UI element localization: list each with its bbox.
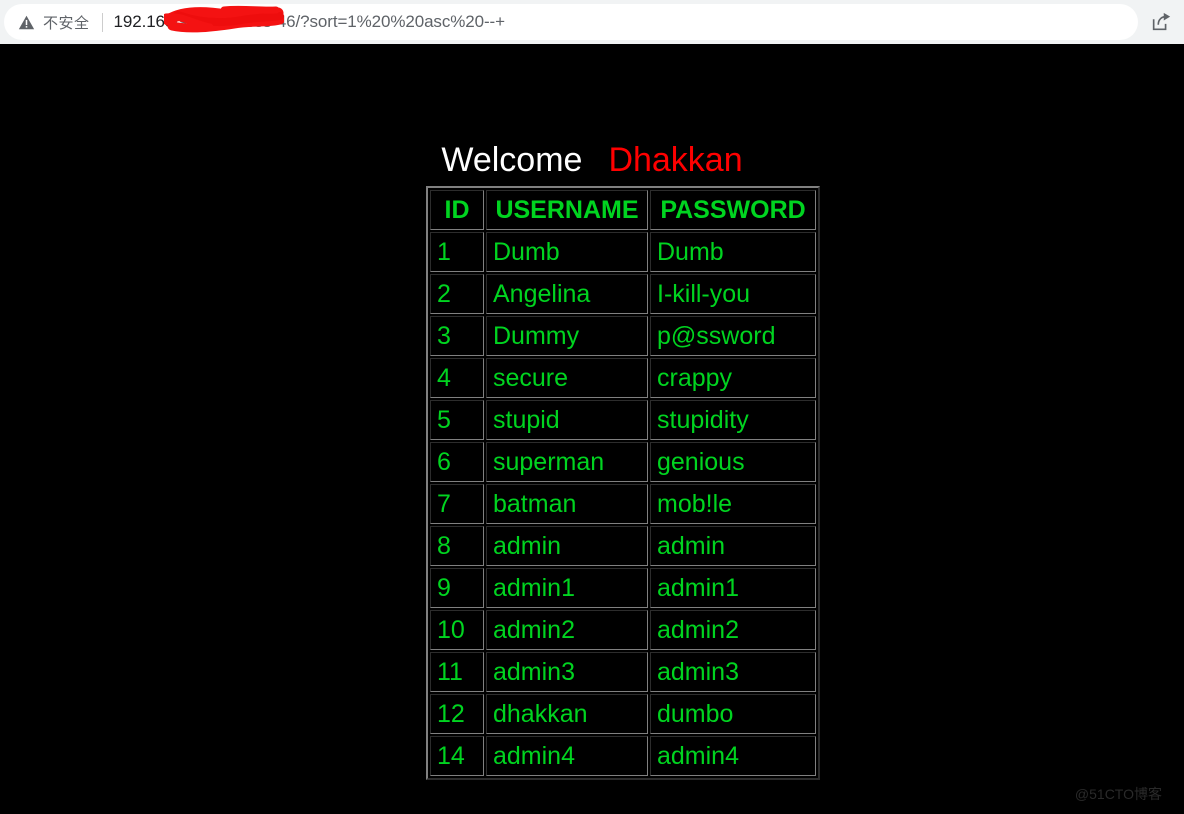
cell-username: Dumb [486, 232, 648, 272]
user-name-label: Dhakkan [608, 141, 743, 179]
cell-password: Dumb [650, 232, 816, 272]
cell-password: dumbo [650, 694, 816, 734]
table-row: 11 admin3 admin3 [430, 652, 816, 692]
cell-id: 12 [430, 694, 484, 734]
browser-toolbar: 不安全 192.168/sqllabs/Less-46/?sort=1%20%2… [0, 0, 1184, 44]
cell-password: p@ssword [650, 316, 816, 356]
page-title: Welcome Dhakkan [0, 140, 1184, 180]
share-button[interactable] [1144, 5, 1178, 39]
table-row: 4 secure crappy [430, 358, 816, 398]
cell-password: stupidity [650, 400, 816, 440]
table-header-row: ID USERNAME PASSWORD [430, 190, 816, 230]
cell-username: admin [486, 526, 648, 566]
cell-id: 4 [430, 358, 484, 398]
cell-id: 6 [430, 442, 484, 482]
cell-username: admin4 [486, 736, 648, 776]
url-text[interactable]: 192.168/sqllabs/Less-46/?sort=1%20%20asc… [113, 5, 505, 33]
table-row: 2 Angelina I-kill-you [430, 274, 816, 314]
cell-password: admin3 [650, 652, 816, 692]
cell-username: Dummy [486, 316, 648, 356]
cell-password: mob!le [650, 484, 816, 524]
cell-id: 8 [430, 526, 484, 566]
cell-username: stupid [486, 400, 648, 440]
page-body: Welcome Dhakkan ID USERNAME PASSWORD 1 Dum… [0, 44, 1184, 814]
table-row: 14 admin4 admin4 [430, 736, 816, 776]
cell-username: batman [486, 484, 648, 524]
table-row: 1 Dumb Dumb [430, 232, 816, 272]
share-icon [1152, 12, 1171, 31]
cell-password: genious [650, 442, 816, 482]
welcome-label: Welcome [441, 141, 583, 179]
address-bar[interactable]: 不安全 192.168/sqllabs/Less-46/?sort=1%20%2… [4, 4, 1138, 40]
cell-password: admin4 [650, 736, 816, 776]
cell-password: I-kill-you [650, 274, 816, 314]
cell-id: 14 [430, 736, 484, 776]
cell-id: 5 [430, 400, 484, 440]
cell-id: 7 [430, 484, 484, 524]
cell-password: admin2 [650, 610, 816, 650]
cell-username: secure [486, 358, 648, 398]
cell-id: 1 [430, 232, 484, 272]
url-host: 192.168 [113, 12, 175, 31]
cell-password: crappy [650, 358, 816, 398]
watermark: @51CTO博客 [1074, 786, 1162, 802]
results-table: ID USERNAME PASSWORD 1 Dumb Dumb 2 Angelina I… [426, 186, 820, 780]
cell-username: admin3 [486, 652, 648, 692]
url-path: /sqllabs/Less-46/?sort=1%20%20asc%20--+ [174, 12, 505, 31]
table-row: 8 admin admin [430, 526, 816, 566]
table-row: 3 Dummy p@ssword [430, 316, 816, 356]
cell-username: Angelina [486, 274, 648, 314]
cell-id: 2 [430, 274, 484, 314]
column-header-username: USERNAME [486, 190, 648, 230]
table-row: 7 batman mob!le [430, 484, 816, 524]
cell-id: 11 [430, 652, 484, 692]
cell-password: admin [650, 526, 816, 566]
cell-username: superman [486, 442, 648, 482]
table-row: 9 admin1 admin1 [430, 568, 816, 608]
cell-password: admin1 [650, 568, 816, 608]
omnibox-divider [101, 12, 103, 32]
table-row: 12 dhakkan dumbo [430, 694, 816, 734]
cell-username: admin2 [486, 610, 648, 650]
cell-username: admin1 [486, 568, 648, 608]
table-row: 6 superman genious [430, 442, 816, 482]
table-row: 10 admin2 admin2 [430, 610, 816, 650]
warning-triangle-icon [18, 15, 35, 29]
cell-username: dhakkan [486, 694, 648, 734]
column-header-id: ID [430, 190, 484, 230]
column-header-password: PASSWORD [650, 190, 816, 230]
cell-id: 9 [430, 568, 484, 608]
table-row: 5 stupid stupidity [430, 400, 816, 440]
cell-id: 3 [430, 316, 484, 356]
table-body: 1 Dumb Dumb 2 Angelina I-kill-you 3 Dummy p@sswo… [430, 232, 816, 776]
cell-id: 10 [430, 610, 484, 650]
security-status-label: 不安全 [43, 14, 90, 32]
